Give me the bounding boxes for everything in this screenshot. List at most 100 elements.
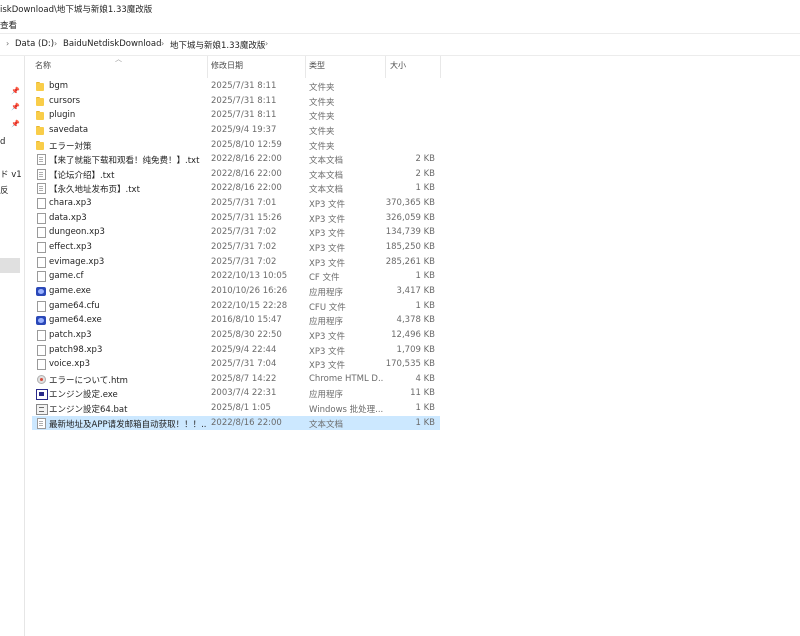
file-icon bbox=[37, 227, 46, 239]
file-date: 2025/7/31 8:11 bbox=[211, 95, 277, 106]
file-row[interactable]: patch.xp3 2025/8/30 22:50 XP3 文件 12,496 KB bbox=[32, 328, 440, 343]
breadcrumb-folder[interactable]: BaiduNetdiskDownload bbox=[63, 39, 161, 49]
file-size: 185,250 KB bbox=[385, 242, 435, 253]
file-name: game64.exe bbox=[49, 315, 102, 326]
file-date: 2022/10/13 10:05 bbox=[211, 271, 288, 282]
file-row[interactable]: voice.xp3 2025/7/31 7:04 XP3 文件 170,535 KB bbox=[32, 357, 440, 372]
file-icon bbox=[37, 359, 46, 371]
file-date: 2022/8/16 22:00 bbox=[211, 183, 282, 194]
file-row[interactable]: savedata 2025/9/4 19:37 文件夹 bbox=[32, 123, 440, 138]
file-date: 2025/7/31 15:26 bbox=[211, 212, 282, 223]
file-date: 2025/9/4 19:37 bbox=[211, 124, 277, 135]
file-row[interactable]: game64.cfu 2022/10/15 22:28 CFU 文件 1 KB bbox=[32, 299, 440, 314]
folder-icon bbox=[36, 96, 46, 106]
file-icon bbox=[37, 344, 46, 356]
chevron-right-icon[interactable]: › bbox=[265, 39, 268, 48]
file-row[interactable]: 【来了就能下载和观看！纯免费！】.txt 2022/8/16 22:00 文本文档 2… bbox=[32, 152, 440, 167]
file-name: エラーについて.htm bbox=[49, 375, 128, 386]
file-row[interactable]: effect.xp3 2025/7/31 7:02 XP3 文件 185,250 KB bbox=[32, 240, 440, 255]
file-name: patch98.xp3 bbox=[49, 344, 103, 355]
file-name: cursors bbox=[49, 95, 81, 106]
file-row[interactable]: cursors 2025/7/31 8:11 文件夹 bbox=[32, 94, 440, 109]
exe-icon bbox=[36, 316, 46, 326]
file-name: effect.xp3 bbox=[49, 242, 92, 253]
column-header-name[interactable]: 名称 bbox=[35, 60, 51, 74]
pin-icon[interactable]: 📌 bbox=[11, 103, 20, 111]
breadcrumb-drive[interactable]: Data (D:) bbox=[15, 39, 54, 49]
file-row[interactable]: エンジン設定.exe 2003/7/4 22:31 应用程序 11 KB bbox=[32, 386, 440, 401]
breadcrumb-current[interactable]: 地下城与新娘1.33魔改版 bbox=[170, 39, 265, 51]
file-size: 370,365 KB bbox=[385, 198, 435, 209]
file-date: 2010/10/26 16:26 bbox=[211, 285, 288, 296]
file-type: 文件夹 bbox=[309, 97, 335, 108]
navigation-pane[interactable]: 📌 📌 📌 d ド v1 反 bbox=[0, 56, 25, 636]
file-row[interactable]: data.xp3 2025/7/31 15:26 XP3 文件 326,059 KB bbox=[32, 211, 440, 226]
file-row[interactable]: chara.xp3 2025/7/31 7:01 XP3 文件 370,365 KB bbox=[32, 196, 440, 211]
file-date: 2003/7/4 22:31 bbox=[211, 388, 277, 399]
file-name: patch.xp3 bbox=[49, 329, 92, 340]
file-list[interactable]: bgm 2025/7/31 8:11 文件夹 cursors 2025/7/31 8:1… bbox=[32, 79, 440, 431]
file-row[interactable]: dungeon.xp3 2025/7/31 7:02 XP3 文件 134,739 K… bbox=[32, 225, 440, 240]
pin-icon[interactable]: 📌 bbox=[11, 87, 20, 95]
file-name: 最新地址及APP请发邮箱自动获取！！！... bbox=[49, 419, 207, 430]
ribbon-divider bbox=[0, 33, 800, 34]
column-header-type[interactable]: 类型 bbox=[309, 60, 325, 74]
chrome-html-icon bbox=[37, 374, 46, 384]
ribbon-bar: 查看 bbox=[0, 17, 800, 31]
file-row[interactable]: 最新地址及APP请发邮箱自动获取！！！... 2022/8/16 22:00 文本文… bbox=[32, 415, 440, 431]
column-divider[interactable] bbox=[305, 56, 306, 78]
file-row[interactable]: エラー対策 2025/8/10 12:59 文件夹 bbox=[32, 138, 440, 153]
file-row[interactable]: エンジン設定64.bat 2025/8/1 1:05 Windows 批处理... 1… bbox=[32, 401, 440, 416]
file-name: 【永久地址发布页】.txt bbox=[49, 185, 140, 196]
file-type: 文件夹 bbox=[309, 126, 335, 137]
file-size: 12,496 KB bbox=[391, 329, 435, 340]
file-row[interactable]: game64.exe 2016/8/10 15:47 应用程序 4,378 KB bbox=[32, 313, 440, 328]
file-name: voice.xp3 bbox=[49, 359, 91, 370]
column-divider[interactable] bbox=[385, 56, 386, 78]
file-name: evimage.xp3 bbox=[49, 256, 105, 267]
pin-icon[interactable]: 📌 bbox=[11, 120, 20, 128]
file-size: 3,417 KB bbox=[396, 285, 435, 296]
exe-icon bbox=[36, 286, 46, 296]
file-row[interactable]: plugin 2025/7/31 8:11 文件夹 bbox=[32, 108, 440, 123]
file-icon bbox=[37, 300, 46, 312]
file-date: 2016/8/10 15:47 bbox=[211, 315, 282, 326]
file-row[interactable]: 【永久地址发布页】.txt 2022/8/16 22:00 文本文档 1 KB bbox=[32, 181, 440, 196]
file-date: 2025/7/31 7:04 bbox=[211, 359, 277, 370]
file-size: 1 KB bbox=[415, 271, 435, 282]
title-bar: iskDownload\地下城与新娘1.33魔改版 bbox=[0, 0, 800, 16]
chevron-right-icon[interactable]: › bbox=[6, 39, 9, 48]
nav-item[interactable]: 反 bbox=[0, 184, 9, 196]
file-size: 1,709 KB bbox=[396, 344, 435, 355]
file-name: data.xp3 bbox=[49, 212, 87, 223]
view-menu[interactable]: 查看 bbox=[0, 19, 17, 31]
file-name: エンジン設定64.bat bbox=[49, 405, 128, 416]
nav-item[interactable]: d bbox=[0, 137, 5, 147]
file-row[interactable]: patch98.xp3 2025/9/4 22:44 XP3 文件 1,709 KB bbox=[32, 343, 440, 358]
column-divider[interactable] bbox=[440, 56, 441, 78]
file-row[interactable]: game.cf 2022/10/13 10:05 CF 文件 1 KB bbox=[32, 269, 440, 284]
batch-file-icon bbox=[36, 404, 48, 416]
file-date: 2025/7/31 7:02 bbox=[211, 256, 277, 267]
file-row[interactable]: エラーについて.htm 2025/8/7 14:22 Chrome HTML D..… bbox=[32, 372, 440, 387]
folder-icon bbox=[36, 111, 46, 121]
folder-icon bbox=[36, 140, 46, 150]
column-header-size[interactable]: 大小 bbox=[390, 60, 406, 74]
chevron-right-icon[interactable]: › bbox=[54, 39, 57, 48]
file-row[interactable]: 【论坛介绍】.txt 2022/8/16 22:00 文本文档 2 KB bbox=[32, 167, 440, 182]
column-divider[interactable] bbox=[207, 56, 208, 78]
file-name: savedata bbox=[49, 124, 89, 135]
file-date: 2025/8/10 12:59 bbox=[211, 139, 282, 150]
nav-item[interactable]: ド v1 bbox=[0, 168, 22, 180]
column-header-date[interactable]: 修改日期 bbox=[211, 60, 243, 74]
nav-item-selected[interactable] bbox=[0, 258, 20, 273]
file-row[interactable]: bgm 2025/7/31 8:11 文件夹 bbox=[32, 79, 440, 94]
file-icon bbox=[37, 329, 46, 341]
chevron-right-icon[interactable]: › bbox=[161, 39, 164, 48]
file-row[interactable]: evimage.xp3 2025/7/31 7:02 XP3 文件 285,261 K… bbox=[32, 255, 440, 270]
file-date: 2025/7/31 7:01 bbox=[211, 198, 277, 209]
folder-icon bbox=[36, 125, 46, 135]
file-row[interactable]: game.exe 2010/10/26 16:26 应用程序 3,417 KB bbox=[32, 284, 440, 299]
address-bar[interactable]: › Data (D:) › BaiduNetdiskDownload › 地下城… bbox=[0, 36, 800, 53]
file-icon bbox=[37, 256, 46, 268]
